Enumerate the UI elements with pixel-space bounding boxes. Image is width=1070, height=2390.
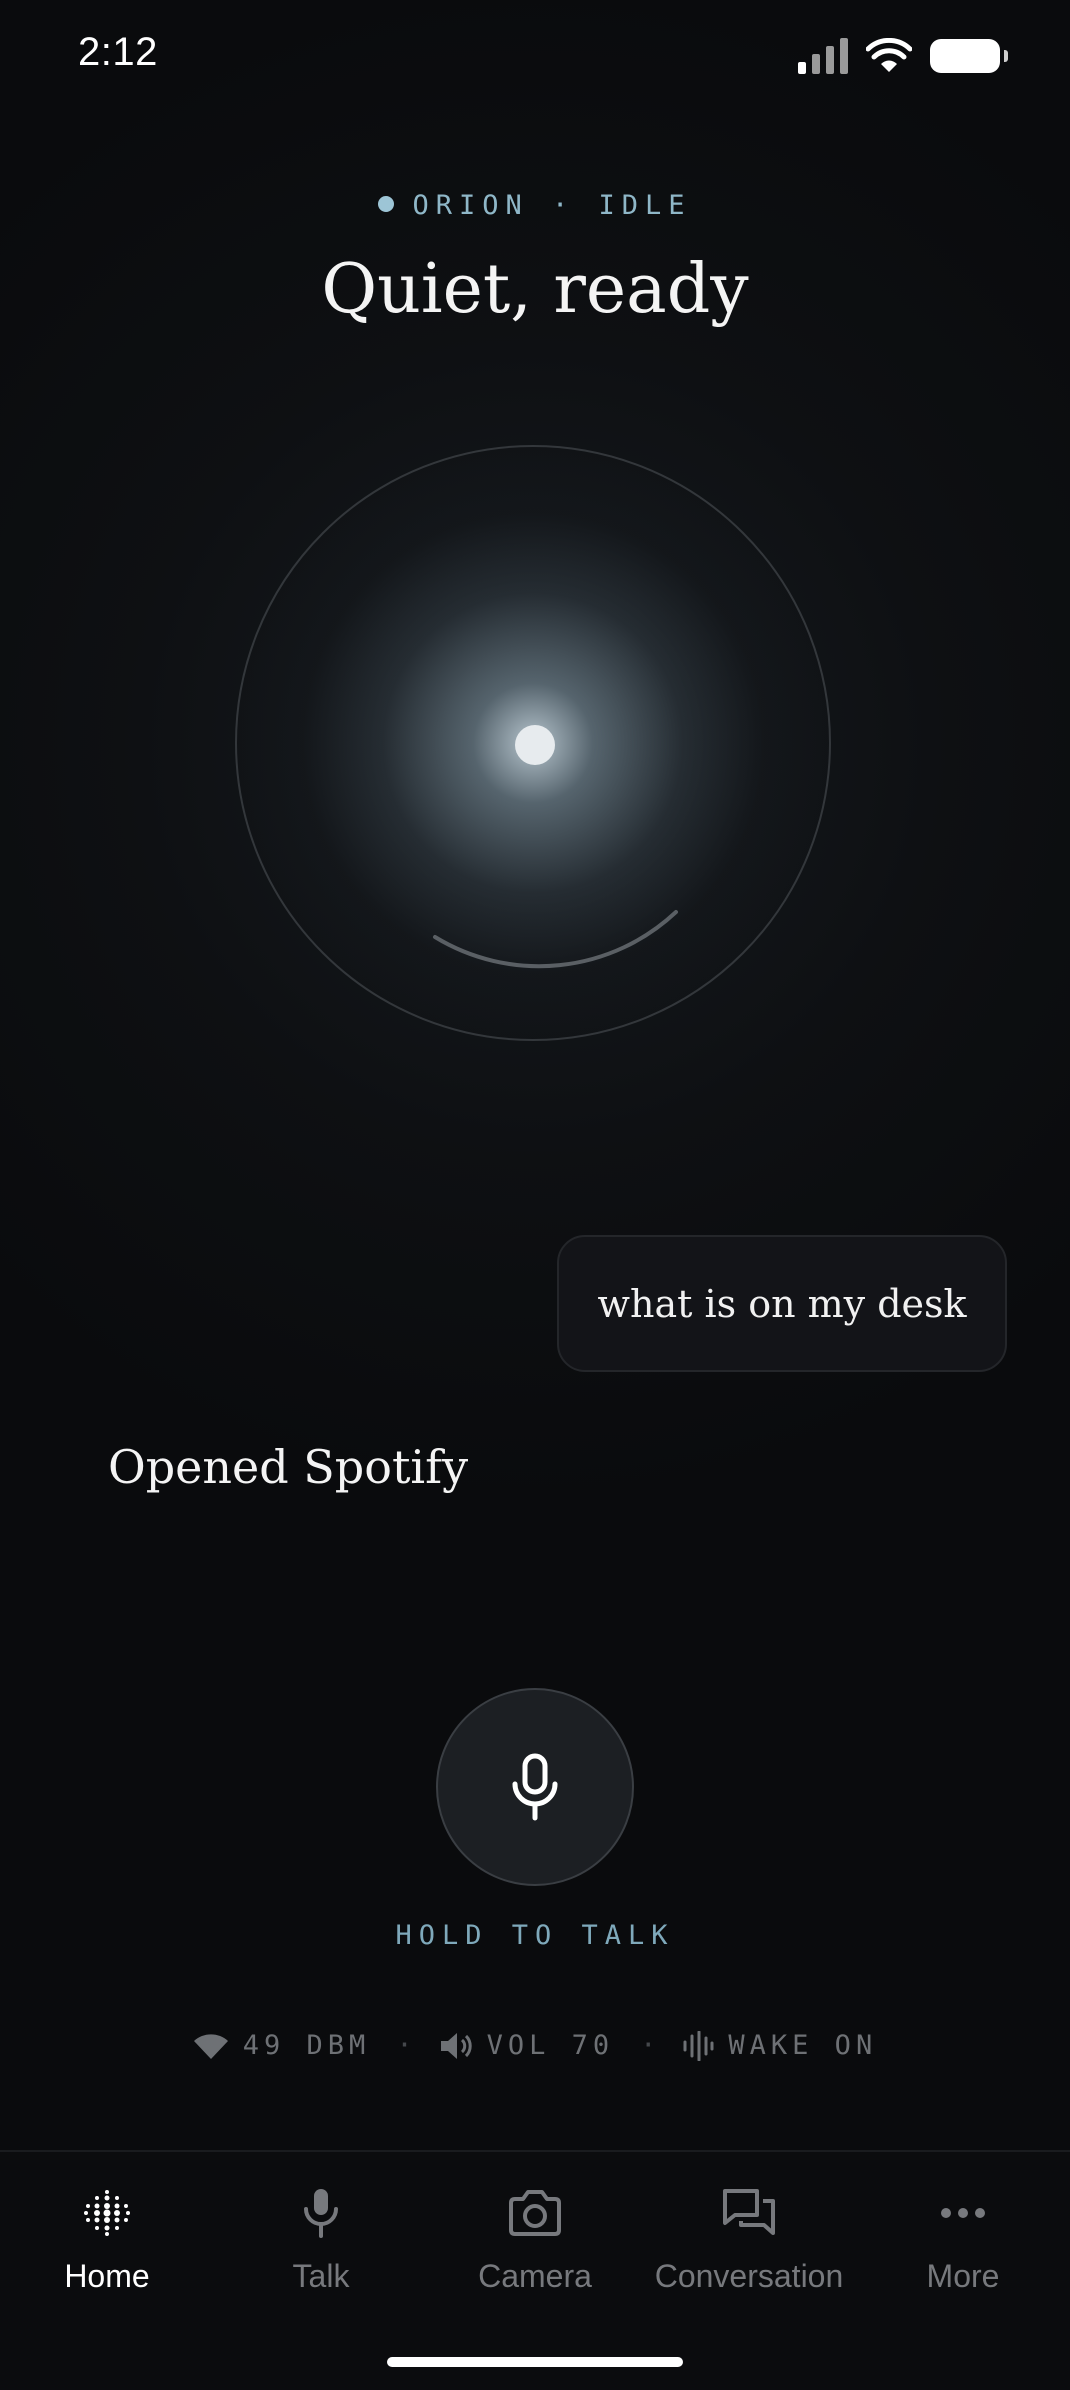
signal-strength: 49 DBM xyxy=(193,2030,371,2061)
tab-label: Conversation xyxy=(654,2258,844,2294)
chat-bubbles-icon xyxy=(723,2189,775,2235)
tab-home[interactable]: Home xyxy=(0,2182,214,2295)
wake-value: WAKE ON xyxy=(728,2030,878,2061)
app-screen: 2:12 ORION · IDLE Quiet, ready what is o… xyxy=(0,0,1070,2390)
tab-more[interactable]: More xyxy=(856,2182,1070,2295)
orb-level-arc xyxy=(433,910,678,969)
microphone-icon xyxy=(304,2189,338,2238)
wake-word-status: WAKE ON xyxy=(682,2030,877,2061)
hold-to-talk-label: HOLD TO TALK xyxy=(395,1920,675,1951)
tab-label: Camera xyxy=(478,2258,592,2294)
ellipsis-icon xyxy=(941,2208,985,2218)
microphone-icon xyxy=(512,1753,558,1821)
volume-value: VOL 70 xyxy=(486,2030,615,2061)
waveform-icon xyxy=(683,2030,714,2061)
volume-level: VOL 70 xyxy=(439,2030,615,2061)
user-message-bubble: what is on my desk xyxy=(557,1235,1007,1372)
telemetry-separator: · xyxy=(396,2030,413,2061)
speaker-icon xyxy=(440,2032,472,2059)
voice-orb xyxy=(0,0,1070,1100)
signal-value: 49 DBM xyxy=(242,2030,371,2061)
assistant-reply: Opened Spotify xyxy=(108,1440,469,1494)
tab-label: Home xyxy=(64,2258,150,2294)
tab-camera[interactable]: Camera xyxy=(428,2182,642,2295)
wifi-icon xyxy=(193,2033,228,2059)
bottom-tab-bar: Home Talk Camera Conversation More xyxy=(0,2150,1070,2390)
camera-icon xyxy=(509,2190,561,2236)
device-telemetry: 49 DBM · VOL 70 · WAKE ON xyxy=(0,2030,1070,2061)
tab-talk[interactable]: Talk xyxy=(214,2182,428,2295)
orb-core xyxy=(515,725,555,765)
tab-conversation[interactable]: Conversation xyxy=(642,2182,856,2295)
home-indicator[interactable] xyxy=(387,2357,683,2367)
hold-to-talk-button[interactable] xyxy=(436,1688,634,1886)
tab-label: More xyxy=(926,2258,1000,2294)
dots-grid-icon xyxy=(84,2190,130,2236)
telemetry-separator: · xyxy=(640,2030,657,2061)
tab-label: Talk xyxy=(292,2258,350,2294)
